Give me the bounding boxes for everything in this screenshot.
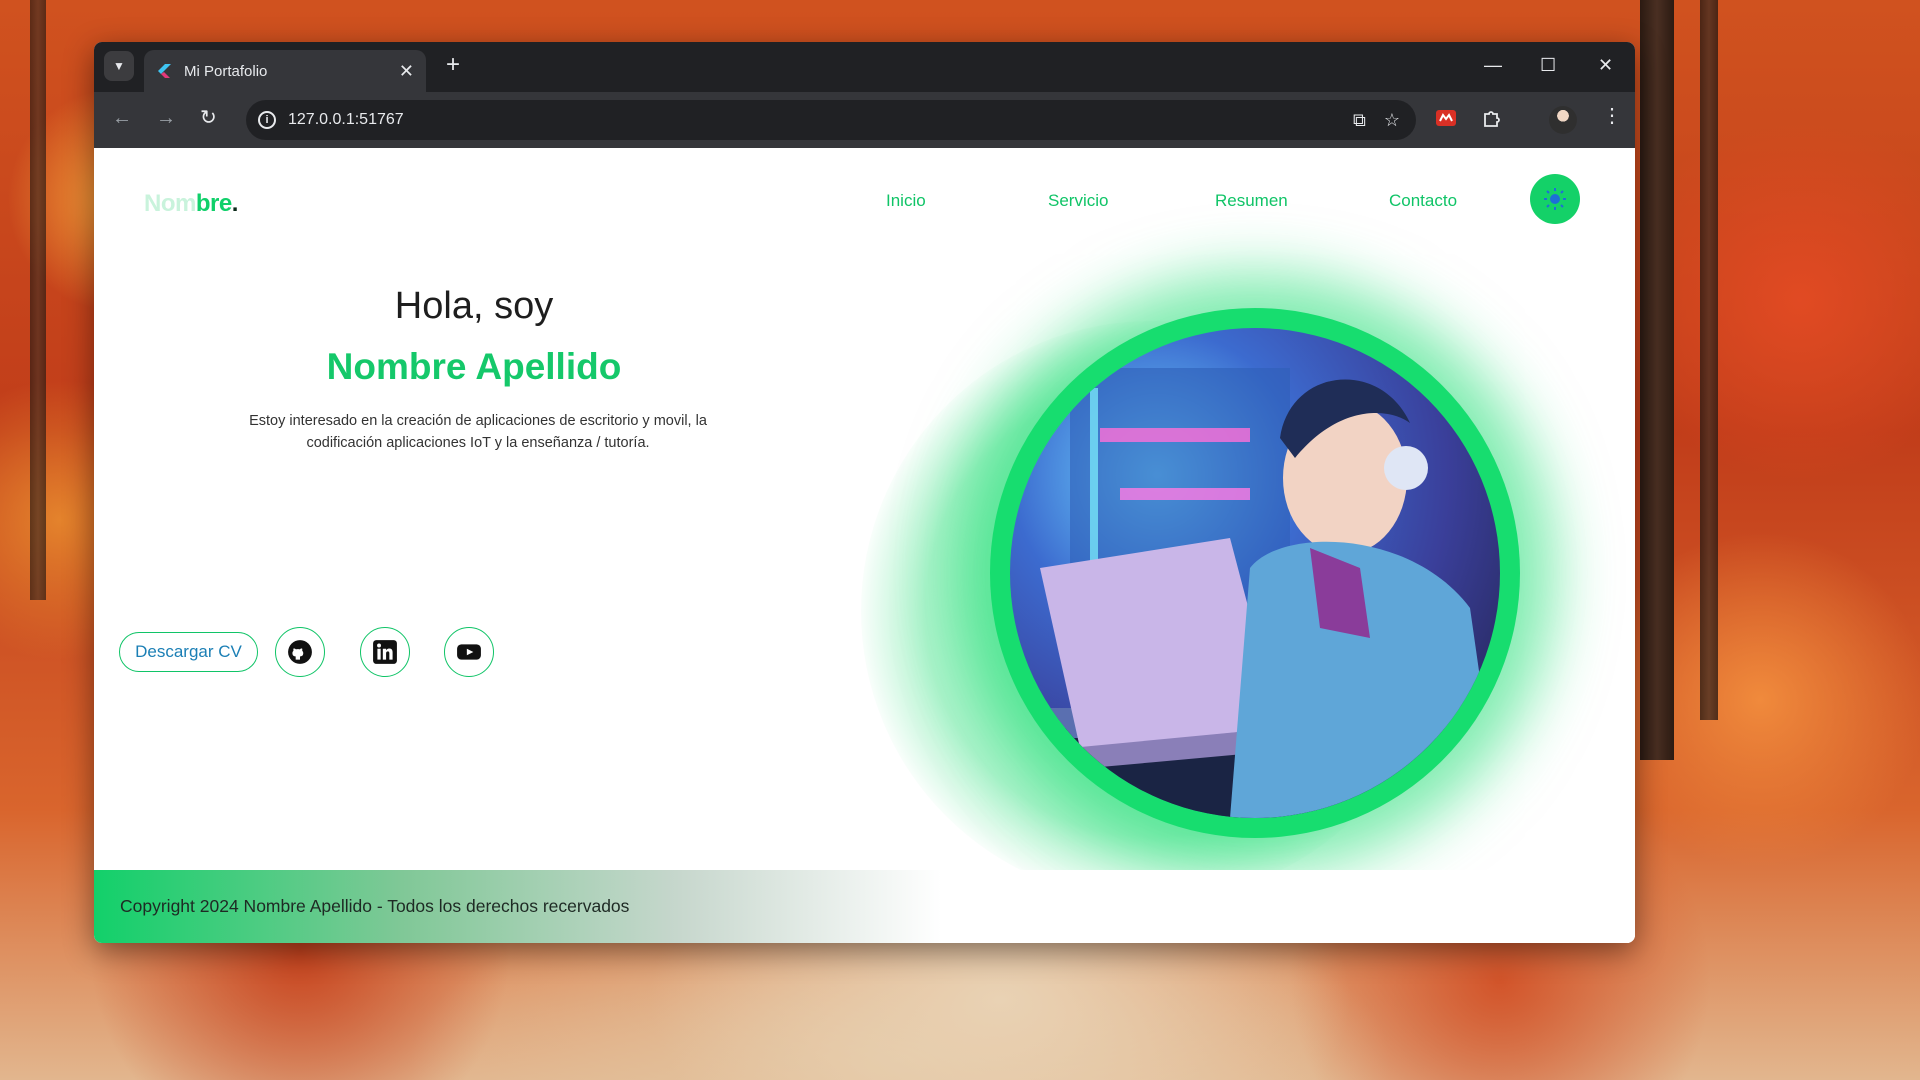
tab-search-button[interactable]: ▼	[104, 51, 134, 81]
maximize-icon[interactable]: ☐	[1540, 56, 1556, 74]
nav-link-servicio[interactable]: Servicio	[1048, 191, 1108, 211]
nav-link-resumen[interactable]: Resumen	[1215, 191, 1288, 211]
bookmark-star-icon[interactable]: ☆	[1384, 110, 1400, 131]
youtube-icon	[457, 644, 481, 660]
forward-icon[interactable]: →	[156, 108, 176, 128]
bio-paragraph: Estoy interesado en la creación de aplic…	[218, 410, 738, 454]
linkedin-button[interactable]	[360, 627, 410, 677]
reload-icon[interactable]: ↻	[200, 108, 217, 128]
url-text: 127.0.0.1:51767	[288, 111, 404, 128]
desktop-background-trunk	[1640, 0, 1674, 760]
page-footer: Copyright 2024 Nombre Apellido - Todos l…	[94, 870, 1635, 943]
person-name-heading: Nombre Apellido	[326, 346, 622, 387]
logo-strong-part: bre	[195, 190, 232, 217]
install-app-icon[interactable]: ⧉	[1353, 110, 1366, 131]
browser-toolbar: ← → ↻ i 127.0.0.1:51767 ⧉ ☆ ⋮	[94, 92, 1635, 148]
new-tab-icon[interactable]: +	[446, 53, 460, 77]
extension-icon[interactable]	[1435, 107, 1457, 129]
developer-illustration	[1010, 368, 1500, 818]
hero-profile-image	[1010, 328, 1500, 818]
linkedin-icon	[373, 640, 397, 664]
logo-faded-part: Nom	[144, 190, 196, 217]
close-tab-icon[interactable]: ✕	[399, 62, 414, 80]
github-button[interactable]	[275, 627, 325, 677]
site-info-icon[interactable]: i	[258, 111, 276, 129]
github-icon	[288, 640, 312, 664]
site-logo[interactable]: Nombre.	[144, 190, 238, 218]
nav-link-contacto[interactable]: Contacto	[1389, 191, 1457, 211]
browser-window: ▼ Mi Portafolio ✕ + — ☐ ✕ ← → ↻ i 127.0.…	[94, 42, 1635, 943]
address-bar[interactable]: i 127.0.0.1:51767 ⧉ ☆	[246, 100, 1416, 140]
desktop-background-trunk	[1700, 0, 1718, 720]
nav-link-inicio[interactable]: Inicio	[886, 191, 926, 211]
bio-line: Estoy interesado en la creación de aplic…	[249, 413, 707, 429]
minimize-icon[interactable]: —	[1484, 56, 1502, 74]
profile-avatar-icon[interactable]	[1549, 106, 1577, 134]
close-window-icon[interactable]: ✕	[1598, 56, 1613, 74]
download-cv-button[interactable]: Descargar CV	[119, 632, 258, 672]
logo-dot: .	[231, 190, 239, 217]
back-icon[interactable]: ←	[112, 108, 132, 128]
omnibox-actions: ⧉ ☆	[1353, 110, 1400, 131]
browser-menu-icon[interactable]: ⋮	[1602, 106, 1622, 126]
theme-toggle-button[interactable]	[1530, 174, 1580, 224]
sun-icon	[1544, 188, 1566, 210]
greeting-heading: Hola, soy	[394, 285, 554, 327]
bio-line: codificación aplicaciones IoT y la enseñ…	[306, 435, 650, 451]
copyright-text: Copyright 2024 Nombre Apellido - Todos l…	[120, 896, 630, 916]
tab-strip: ▼ Mi Portafolio ✕ + — ☐ ✕	[94, 42, 1635, 92]
flutter-favicon-icon	[158, 64, 171, 78]
desktop-background-trunk	[30, 0, 46, 600]
youtube-button[interactable]	[444, 627, 494, 677]
portfolio-page: Nombre. Inicio Servicio Resumen Contacto…	[94, 148, 1635, 943]
tab-title: Mi Portafolio	[184, 62, 268, 80]
active-tab[interactable]: Mi Portafolio ✕	[144, 50, 426, 92]
extensions-puzzle-icon[interactable]	[1481, 107, 1503, 129]
